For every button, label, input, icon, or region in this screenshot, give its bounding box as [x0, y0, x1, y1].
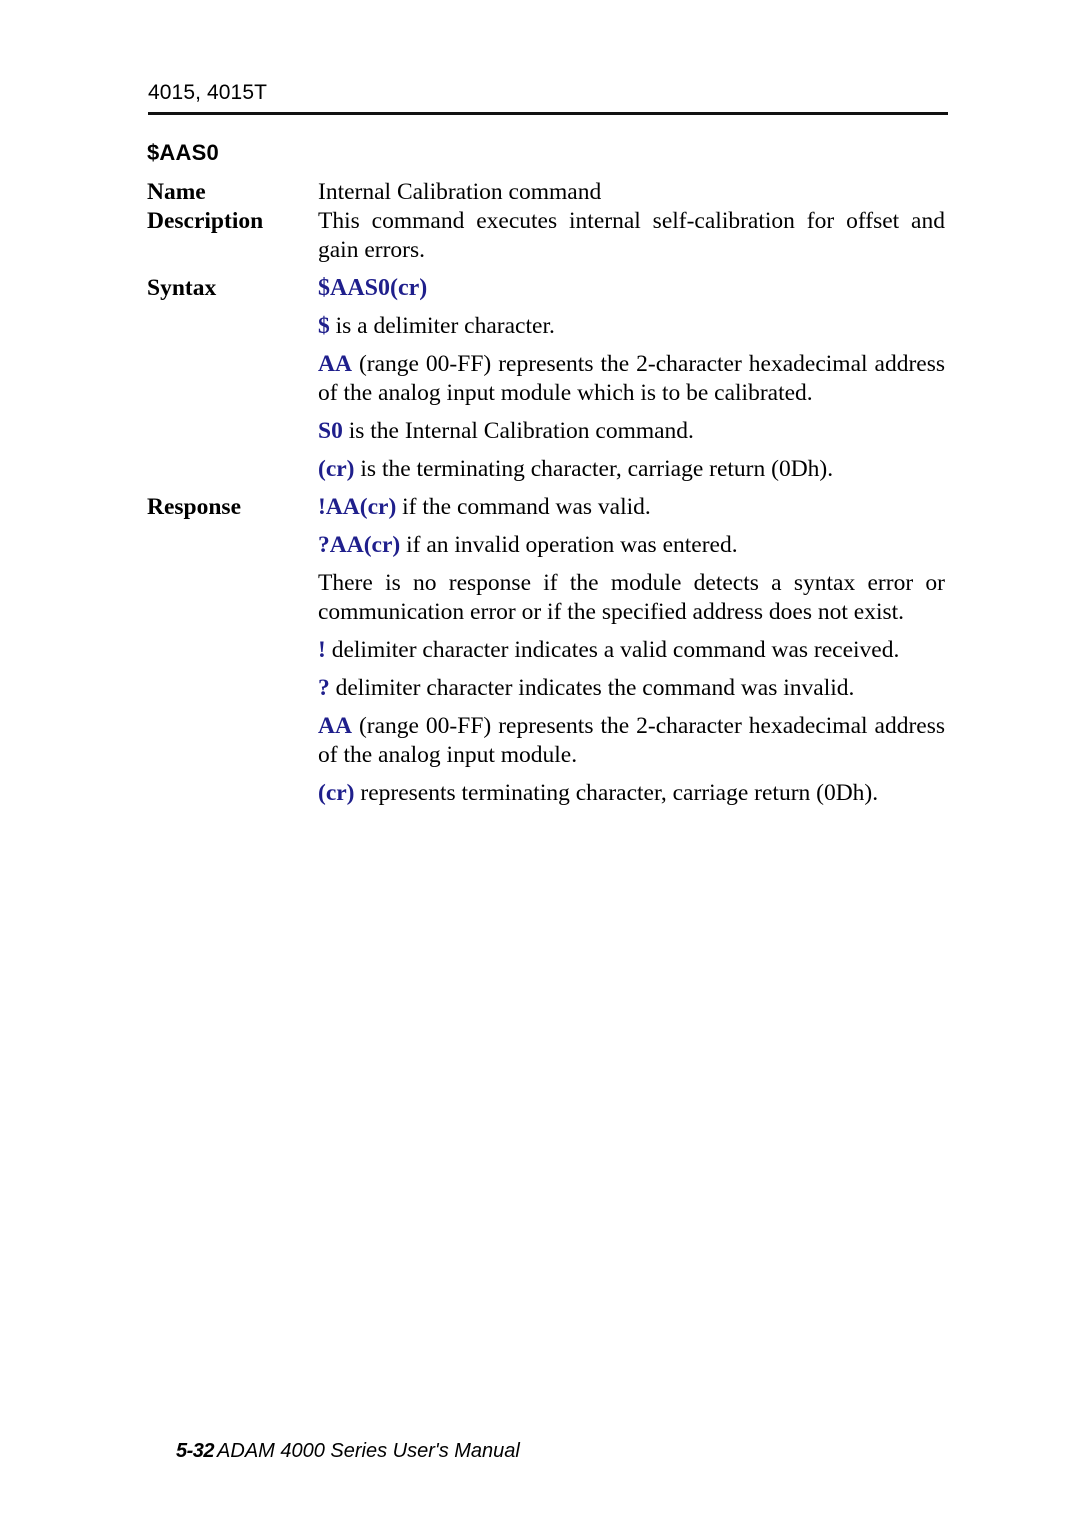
syntax-cr-explanation: (cr) is the terminating character, carri… — [318, 455, 945, 484]
response-bang-explanation: ! delimiter character indicates a valid … — [318, 636, 945, 665]
definition-body-name: Internal Calibration command — [318, 178, 945, 207]
definition-body-response: !AA(cr) if the command was valid. ?AA(cr… — [318, 493, 945, 808]
definition-row-name: Name Internal Calibration command — [147, 178, 945, 207]
response-invalid-text: if an invalid operation was entered. — [400, 532, 738, 558]
label-name: Name — [147, 179, 206, 205]
response-invalid-line: ?AA(cr) if an invalid operation was ente… — [318, 531, 945, 560]
keyword-cr: (cr) — [318, 456, 355, 482]
keyword-question-aa-cr: ?AA(cr) — [318, 532, 401, 558]
label-syntax: Syntax — [147, 275, 217, 301]
syntax-s0-text: is the Internal Calibration command. — [342, 418, 694, 444]
label-response: Response — [147, 494, 242, 520]
syntax-aa-explanation: AA (range 00-FF) represents the 2-charac… — [318, 350, 945, 408]
running-head-title: 4015, 4015T — [148, 81, 268, 104]
definition-row-response: Response !AA(cr) if the command was vali… — [147, 493, 945, 808]
syntax-s0-explanation: S0 is the Internal Calibration command. — [318, 417, 945, 446]
response-valid-text: if the command was valid. — [396, 494, 651, 520]
response-valid-line: !AA(cr) if the command was valid. — [318, 493, 945, 522]
document-page: 4015, 4015T $AAS0 Name Internal Calibrat… — [0, 0, 1080, 1534]
label-description: Description — [147, 208, 264, 234]
keyword-question: ? — [318, 675, 330, 701]
response-question-explanation: ? delimiter character indicates the comm… — [318, 674, 945, 703]
response-bang-text: delimiter character indicates a valid co… — [325, 637, 900, 663]
syntax-dollar-explanation: $ is a delimiter character. — [318, 312, 945, 341]
response-no-response-text: There is no response if the module detec… — [318, 570, 945, 625]
response-question-text: delimiter character indicates the comman… — [329, 675, 855, 701]
description-text: This command executes internal self-cali… — [318, 208, 945, 263]
definition-body-description: This command executes internal self-cali… — [318, 207, 945, 265]
definition-row-description: Description This command executes intern… — [147, 207, 945, 265]
keyword-s0: S0 — [318, 418, 343, 444]
name-description-text: Internal Calibration command — [318, 179, 602, 205]
footer-page-number: 5-32 — [176, 1440, 215, 1462]
keyword-bang: ! — [318, 637, 326, 663]
syntax-dollar-text: is a delimiter character. — [329, 313, 555, 339]
page-header: 4015, 4015T — [148, 81, 948, 116]
definition-body-syntax: $AAS0(cr) $ is a delimiter character. AA… — [318, 274, 945, 484]
response-cr-explanation: (cr) represents terminating character, c… — [318, 779, 945, 808]
command-definition-list: Name Internal Calibration command Descri… — [147, 178, 947, 808]
response-cr-text: represents terminating character, carria… — [354, 780, 879, 806]
keyword-aa: AA — [318, 351, 352, 377]
keyword-aa-response: AA — [318, 713, 352, 739]
keyword-dollar: $ — [318, 313, 330, 339]
response-aa-text: (range 00-FF) represents the 2-character… — [318, 713, 945, 768]
syntax-command-line: $AAS0(cr) — [318, 274, 945, 303]
keyword-cr-response: (cr) — [318, 780, 355, 806]
page-footer: 5-32 ADAM 4000 Series User's Manual — [176, 1440, 520, 1463]
definition-row-syntax: Syntax $AAS0(cr) $ is a delimiter charac… — [147, 274, 945, 484]
syntax-cr-text: is the terminating character, carriage r… — [354, 456, 834, 482]
syntax-aa-text: (range 00-FF) represents the 2-character… — [318, 351, 945, 406]
page-title: $AAS0 — [147, 140, 219, 165]
response-aa-explanation: AA (range 00-FF) represents the 2-charac… — [318, 712, 945, 770]
syntax-command-keyword: $AAS0(cr) — [318, 275, 428, 301]
header-divider-rule — [148, 112, 948, 116]
keyword-bang-aa-cr: !AA(cr) — [318, 494, 397, 520]
footer-manual-title: ADAM 4000 Series User's Manual — [217, 1440, 520, 1462]
